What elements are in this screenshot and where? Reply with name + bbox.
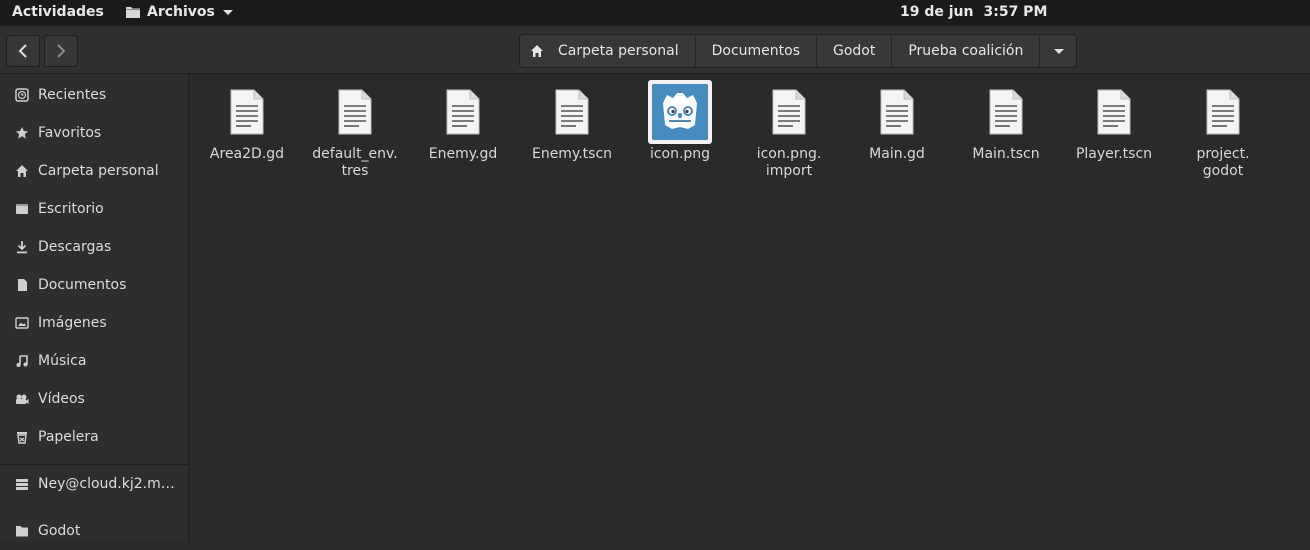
- sidebar: Recientes Favoritos Carpeta personal Esc…: [0, 74, 189, 542]
- text-file-icon: [323, 80, 387, 144]
- text-file-icon: [757, 80, 821, 144]
- folder-icon: [126, 7, 140, 18]
- file-name: Player.tscn: [1075, 146, 1153, 162]
- sidebar-item-label: Imágenes: [38, 315, 107, 331]
- download-icon: [14, 239, 30, 255]
- text-file-icon: [865, 80, 929, 144]
- file-name: project. godot: [1196, 146, 1250, 179]
- sidebar-item-favoritos[interactable]: Favoritos: [0, 114, 188, 152]
- text-file-icon: [1191, 80, 1255, 144]
- star-icon: [14, 125, 30, 141]
- chevron-down-icon: [222, 9, 233, 15]
- breadcrumb-documentos[interactable]: Documentos: [696, 35, 817, 67]
- sidebar-item-recientes[interactable]: Recientes: [0, 76, 188, 114]
- godot-logo-icon: [648, 80, 712, 144]
- sidebar-item-label: Favoritos: [38, 125, 102, 141]
- sidebar-item-descargas[interactable]: Descargas: [0, 228, 188, 266]
- chevron-down-icon: [1054, 48, 1065, 54]
- home-icon: [14, 163, 30, 179]
- sidebar-item-label: Godot: [38, 523, 81, 539]
- text-file-icon: [431, 80, 495, 144]
- sidebar-item-label: Papelera: [38, 429, 99, 445]
- sidebar-item-label: Descargas: [38, 239, 112, 255]
- file-view[interactable]: Area2D.gd default_env. tres Enemy.gd Enem…: [189, 74, 1310, 542]
- clock[interactable]: 19 de jun 3:57 PM: [900, 4, 1047, 20]
- file-item[interactable]: project. godot: [1173, 80, 1273, 180]
- text-file-icon: [974, 80, 1038, 144]
- activities-button[interactable]: Actividades: [12, 4, 104, 20]
- image-icon: [14, 315, 30, 331]
- file-name: Area2D.gd: [209, 146, 285, 162]
- sidebar-item-escritorio[interactable]: Escritorio: [0, 190, 188, 228]
- sidebar-item-videos[interactable]: Vídeos: [0, 380, 188, 418]
- app-menu[interactable]: Archivos: [125, 4, 233, 20]
- breadcrumb-current[interactable]: Prueba coalición: [892, 35, 1041, 67]
- file-name: Main.tscn: [972, 146, 1040, 162]
- file-item[interactable]: icon.png. import: [739, 80, 839, 180]
- file-item[interactable]: Enemy.gd: [413, 80, 513, 163]
- sidebar-item-godot[interactable]: Godot: [0, 512, 188, 550]
- breadcrumb-label: Carpeta personal: [558, 43, 679, 59]
- sidebar-item-musica[interactable]: Música: [0, 342, 188, 380]
- path-bar: Carpeta personal Documentos Godot Prueba…: [519, 34, 1078, 68]
- chevron-right-icon: [57, 44, 66, 58]
- chevron-left-icon: [18, 44, 27, 58]
- text-file-icon: [540, 80, 604, 144]
- sidebar-item-label: Vídeos: [38, 391, 85, 407]
- app-menu-label: Archivos: [147, 4, 215, 20]
- sidebar-item-carpeta-personal[interactable]: Carpeta personal: [0, 152, 188, 190]
- text-file-icon: [215, 80, 279, 144]
- file-item[interactable]: Main.tscn: [956, 80, 1056, 163]
- desktop-icon: [14, 201, 30, 217]
- video-icon: [14, 391, 30, 407]
- sidebar-item-label: Documentos: [38, 277, 127, 293]
- clock-date: 19 de jun: [900, 4, 974, 20]
- file-name: icon.png: [649, 146, 711, 162]
- sidebar-item-label: Escritorio: [38, 201, 104, 217]
- text-file-icon: [1082, 80, 1146, 144]
- file-item[interactable]: Enemy.tscn: [522, 80, 622, 163]
- home-icon: [531, 45, 543, 57]
- sidebar-item-label: Música: [38, 353, 87, 369]
- clock-time: 3:57 PM: [983, 4, 1048, 20]
- file-item[interactable]: Player.tscn: [1064, 80, 1164, 163]
- header-bar: Carpeta personal Documentos Godot Prueba…: [0, 26, 1310, 74]
- forward-button[interactable]: [44, 35, 78, 67]
- file-item[interactable]: Main.gd: [847, 80, 947, 163]
- sidebar-item-network-share[interactable]: Ney@cloud.kj2.me/l...: [0, 465, 188, 503]
- sidebar-item-label: Ney@cloud.kj2.me/l...: [38, 476, 178, 492]
- folder-icon: [14, 523, 30, 539]
- trash-icon: [14, 429, 30, 445]
- file-name: Enemy.gd: [428, 146, 498, 162]
- clock-icon: [14, 87, 30, 103]
- file-name: icon.png. import: [756, 146, 822, 179]
- sidebar-item-papelera[interactable]: Papelera: [0, 418, 188, 456]
- network-server-icon: [14, 476, 30, 492]
- document-icon: [14, 277, 30, 293]
- file-item[interactable]: default_env. tres: [305, 80, 405, 180]
- back-button[interactable]: [6, 35, 40, 67]
- file-name: default_env. tres: [312, 146, 398, 179]
- file-name: Main.gd: [869, 146, 925, 162]
- breadcrumb-home[interactable]: Carpeta personal: [520, 35, 696, 67]
- sidebar-item-label: Carpeta personal: [38, 163, 159, 179]
- file-name: Enemy.tscn: [531, 146, 613, 162]
- top-bar: Actividades Archivos 19 de jun 3:57 PM: [0, 0, 1310, 26]
- sidebar-item-documentos[interactable]: Documentos: [0, 266, 188, 304]
- file-item[interactable]: Area2D.gd: [197, 80, 297, 163]
- music-icon: [14, 353, 30, 369]
- sidebar-item-imagenes[interactable]: Imágenes: [0, 304, 188, 342]
- sidebar-item-label: Recientes: [38, 87, 107, 103]
- file-item-selected[interactable]: icon.png: [630, 80, 730, 163]
- breadcrumb-godot[interactable]: Godot: [817, 35, 893, 67]
- path-menu-button[interactable]: [1040, 35, 1076, 67]
